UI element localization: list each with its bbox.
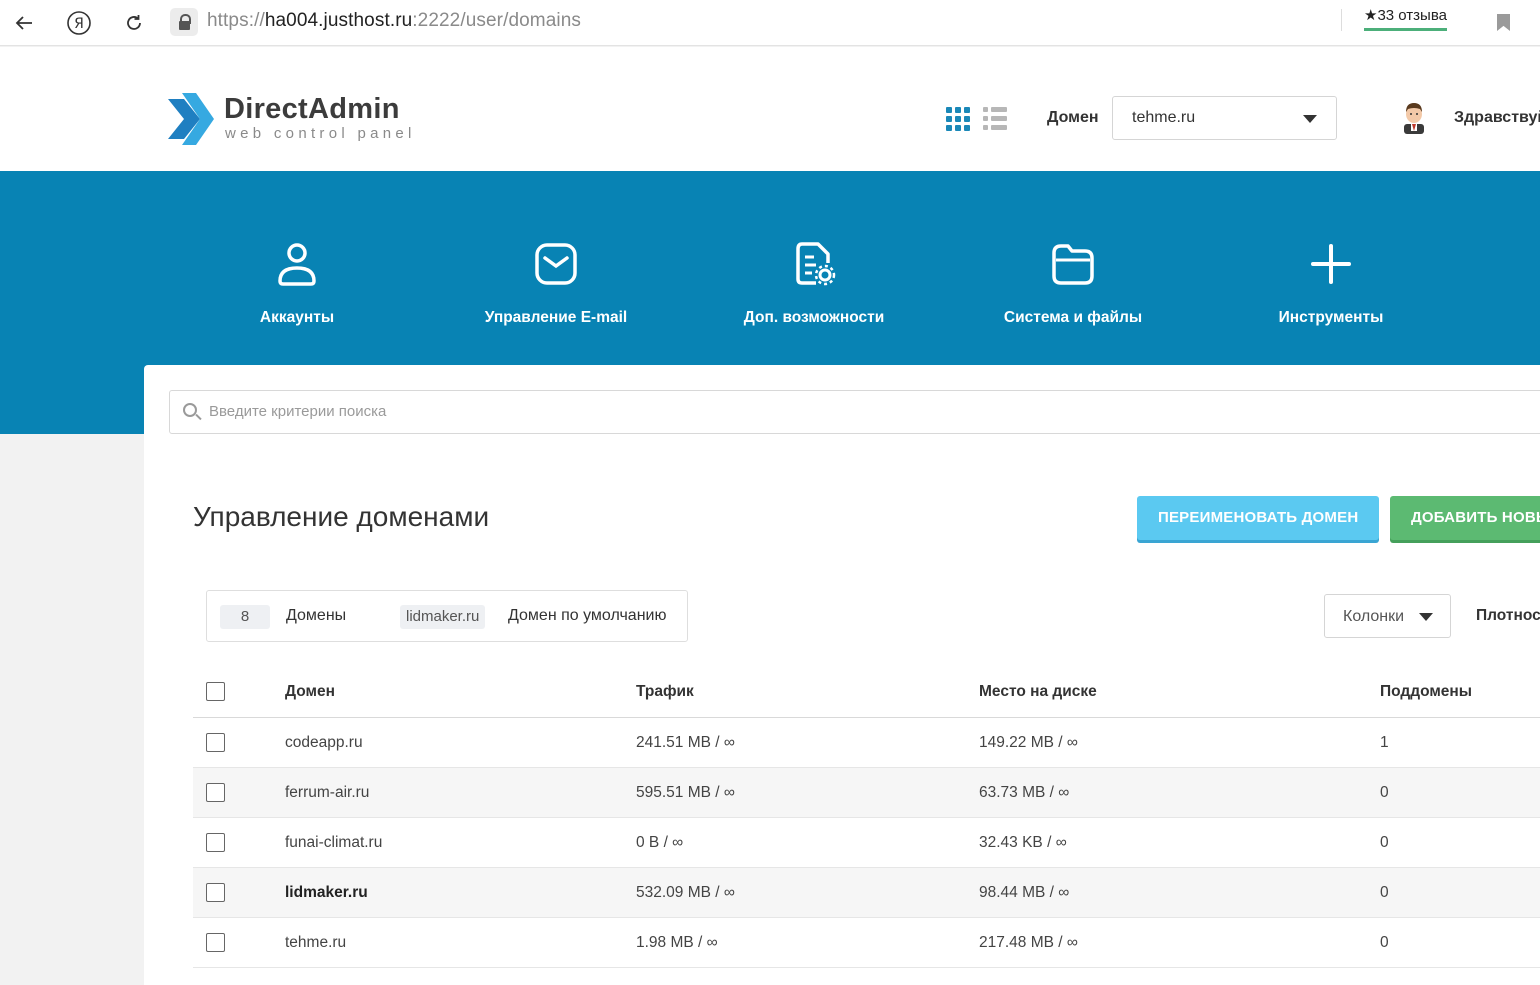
avatar[interactable] xyxy=(1400,100,1428,134)
domain-count-label: Домены xyxy=(286,607,347,624)
domain-link[interactable]: tehme.ru xyxy=(285,934,346,952)
search-icon xyxy=(183,403,197,417)
domain-count-badge: 8 xyxy=(220,605,270,629)
domains-table: Домен Трафик Место на диске Поддомены co… xyxy=(193,665,1540,968)
row-checkbox[interactable] xyxy=(206,933,225,952)
svg-text:Я: Я xyxy=(74,16,84,32)
nav-item-system-files[interactable]: Система и файлы xyxy=(963,241,1183,327)
row-checkbox[interactable] xyxy=(206,783,225,802)
grid-view-icon[interactable] xyxy=(946,107,970,131)
subdomains-value: 1 xyxy=(1380,734,1389,751)
disk-value: 98.44 MB / ∞ xyxy=(979,884,1070,901)
traffic-value: 532.09 MB / ∞ xyxy=(636,884,735,901)
logo-title: DirectAdmin xyxy=(224,93,400,125)
row-checkbox[interactable] xyxy=(206,733,225,752)
search-input[interactable]: Введите критерии поиска xyxy=(169,390,1540,434)
table-row[interactable]: codeapp.ru 241.51 MB / ∞ 149.22 MB / ∞ 1 xyxy=(193,718,1540,768)
logo-chevron-icon xyxy=(168,93,214,145)
bookmark-icon[interactable] xyxy=(1497,14,1510,31)
logo-subtitle: web control panel xyxy=(225,125,416,142)
density-toggle[interactable]: Плотнос xyxy=(1476,607,1540,625)
nav-item-extra-features[interactable]: Доп. возможности xyxy=(704,241,924,327)
traffic-value: 0 B / ∞ xyxy=(636,834,684,851)
traffic-value: 241.51 MB / ∞ xyxy=(636,734,735,751)
domain-label: Домен xyxy=(1047,109,1099,126)
table-row[interactable]: tehme.ru 1.98 MB / ∞ 217.48 MB / ∞ 0 xyxy=(193,918,1540,968)
table-row[interactable]: ferrum-air.ru 595.51 MB / ∞ 63.73 MB / ∞… xyxy=(193,768,1540,818)
disk-value: 32.43 KB / ∞ xyxy=(979,834,1067,851)
nav-label-accounts: Аккаунты xyxy=(259,309,335,326)
columns-label: Колонки xyxy=(1343,608,1405,625)
subdomains-value: 0 xyxy=(1380,934,1389,951)
nav-label-extra-features: Доп. возможности xyxy=(743,309,885,326)
folder-icon xyxy=(1052,244,1094,285)
plus-icon xyxy=(1311,244,1351,284)
back-arrow-icon[interactable] xyxy=(9,8,39,38)
search-placeholder: Введите критерии поиска xyxy=(209,403,387,420)
browser-toolbar: Я https://ha004.justhost.ru:2222/user/do… xyxy=(0,0,1540,46)
page-title: Управление доменами xyxy=(193,501,490,532)
column-header-subdomains[interactable]: Поддомены xyxy=(1380,683,1472,701)
toolbar-divider xyxy=(1341,9,1342,31)
subdomains-value: 0 xyxy=(1380,834,1389,851)
subdomains-value: 0 xyxy=(1380,784,1389,801)
table-row[interactable]: funai-climat.ru 0 B / ∞ 32.43 KB / ∞ 0 xyxy=(193,818,1540,868)
app-header: DirectAdmin web control panel Домен tehm… xyxy=(0,47,1540,171)
default-domain-label: Домен по умолчанию xyxy=(508,607,667,624)
subdomains-value: 0 xyxy=(1380,884,1389,901)
add-domain-button[interactable]: ДОБАВИТЬ НОВЫ xyxy=(1390,496,1540,540)
domain-select[interactable]: tehme.ru xyxy=(1112,96,1337,140)
table-row[interactable]: lidmaker.ru 532.09 MB / ∞ 98.44 MB / ∞ 0 xyxy=(193,868,1540,918)
greeting-text[interactable]: Здравствуй xyxy=(1454,109,1540,127)
reload-icon[interactable] xyxy=(119,8,149,38)
chevron-down-icon xyxy=(1419,613,1433,621)
select-all-checkbox[interactable] xyxy=(206,682,225,701)
address-bar[interactable]: https://ha004.justhost.ru:2222/user/doma… xyxy=(207,10,581,32)
chevron-down-icon xyxy=(1303,115,1317,123)
lock-icon[interactable] xyxy=(170,8,198,36)
rename-domain-button[interactable]: ПЕРЕИМЕНОВАТЬ ДОМЕН xyxy=(1137,496,1380,540)
user-icon xyxy=(278,243,316,286)
column-header-disk[interactable]: Место на диске xyxy=(979,683,1097,701)
yandex-icon[interactable]: Я xyxy=(64,8,94,38)
disk-value: 63.73 MB / ∞ xyxy=(979,784,1070,801)
reviews-badge[interactable]: ★33 отзыва xyxy=(1364,6,1447,31)
document-gear-icon xyxy=(796,242,836,286)
nav-item-accounts[interactable]: Аккаунты xyxy=(187,241,407,327)
nav-item-tools[interactable]: Инструменты xyxy=(1221,241,1441,327)
domain-link[interactable]: codeapp.ru xyxy=(285,734,363,752)
nav-item-email[interactable]: Управление E-mail xyxy=(446,241,666,327)
domain-link[interactable]: ferrum-air.ru xyxy=(285,784,369,802)
disk-value: 217.48 MB / ∞ xyxy=(979,934,1078,951)
nav-label-tools: Инструменты xyxy=(1278,309,1384,326)
default-domain-link[interactable]: lidmaker.ru xyxy=(285,884,368,902)
column-header-domain[interactable]: Домен xyxy=(285,683,335,701)
table-header-row: Домен Трафик Место на диске Поддомены xyxy=(193,665,1540,718)
disk-value: 149.22 MB / ∞ xyxy=(979,734,1078,751)
columns-dropdown[interactable]: Колонки xyxy=(1324,594,1451,638)
row-checkbox[interactable] xyxy=(206,883,225,902)
content-card: Введите критерии поиска Управление домен… xyxy=(144,365,1540,985)
column-header-traffic[interactable]: Трафик xyxy=(636,683,694,701)
domain-link[interactable]: funai-climat.ru xyxy=(285,834,382,852)
default-domain-badge: lidmaker.ru xyxy=(400,605,486,629)
nav-label-email: Управление E-mail xyxy=(484,309,628,326)
list-view-icon[interactable] xyxy=(983,107,1007,131)
domain-select-value: tehme.ru xyxy=(1132,109,1196,126)
traffic-value: 1.98 MB / ∞ xyxy=(636,934,718,951)
traffic-value: 595.51 MB / ∞ xyxy=(636,784,735,801)
domain-stats: 8 Домены lidmaker.ru Домен по умолчанию xyxy=(206,590,688,642)
nav-label-system-files: Система и файлы xyxy=(1003,309,1143,326)
row-checkbox[interactable] xyxy=(206,833,225,852)
mail-icon xyxy=(535,243,577,285)
